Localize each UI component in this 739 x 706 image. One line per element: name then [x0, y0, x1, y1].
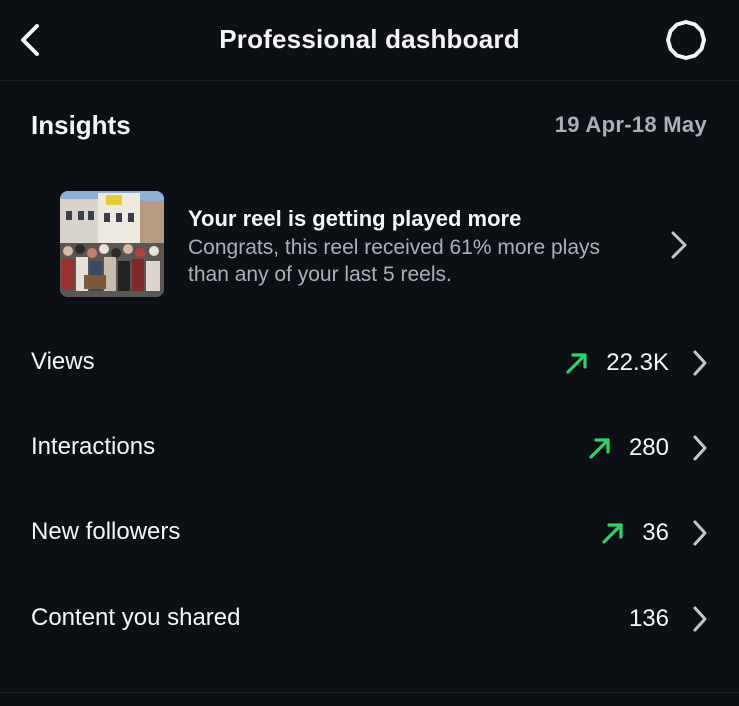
- metric-value-group: 136: [629, 599, 709, 639]
- date-range[interactable]: 19 Apr-18 May: [555, 112, 707, 138]
- metric-value-group: 22.3K: [564, 343, 709, 383]
- page-title: Professional dashboard: [219, 24, 520, 54]
- section-divider: [0, 692, 739, 693]
- trend-up-arrow-icon: [602, 523, 623, 544]
- insights-heading: Insights: [31, 110, 131, 140]
- metric-row-new-followers[interactable]: New followers 36: [0, 491, 739, 575]
- metric-label: Content you shared: [31, 604, 241, 631]
- gear-icon: [666, 20, 706, 60]
- professional-dashboard-screen: Professional dashboard Insights 19 Apr-1…: [0, 0, 739, 706]
- reel-thumbnail: [60, 191, 164, 297]
- chevron-right-icon: [693, 435, 707, 461]
- settings-button[interactable]: [660, 16, 712, 64]
- metric-value: 36: [642, 519, 669, 546]
- chevron-right-icon: [671, 231, 687, 259]
- metric-value: 280: [628, 434, 669, 461]
- chevron-right-icon: [693, 520, 707, 546]
- metric-row-content-you-shared[interactable]: Content you shared 136: [0, 577, 739, 661]
- metric-label: Views: [31, 348, 95, 375]
- trend-up-arrow-icon: [589, 438, 610, 459]
- metric-label: Interactions: [31, 433, 156, 460]
- top-bar: Professional dashboard: [0, 0, 739, 81]
- metric-value: 136: [628, 605, 669, 632]
- trend-up-arrow-icon: [566, 353, 587, 374]
- reel-insight-description: Congrats, this reel received 61% more pl…: [188, 236, 601, 286]
- reel-insight-title: Your reel is getting played more: [188, 206, 522, 231]
- chevron-right-icon: [693, 350, 707, 376]
- reel-insight-card[interactable]: Your reel is getting played more Congrat…: [50, 180, 710, 310]
- metric-value-group: 36: [600, 513, 709, 553]
- metric-row-views[interactable]: Views 22.3K: [0, 321, 739, 405]
- metric-value-group: 280: [587, 428, 709, 468]
- metric-row-interactions[interactable]: Interactions 280: [0, 406, 739, 490]
- metric-label: New followers: [31, 518, 181, 545]
- metric-value: 22.3K: [606, 349, 669, 376]
- chevron-right-icon: [693, 606, 707, 632]
